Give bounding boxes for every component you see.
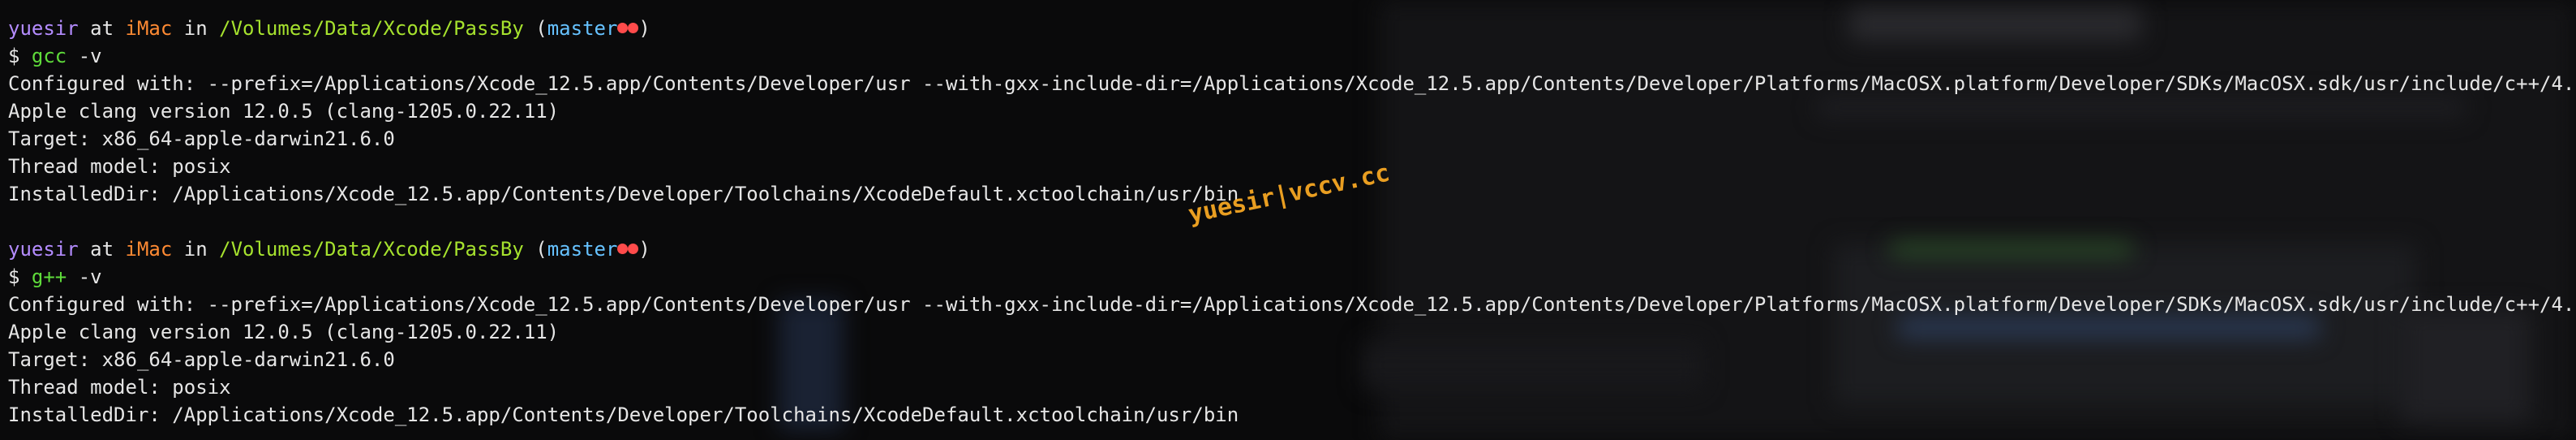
git-dirty-dot-icon	[617, 23, 629, 33]
output-line: InstalledDir: /Applications/Xcode_12.5.a…	[8, 403, 1239, 426]
command-prefix: $	[8, 265, 32, 288]
output-line: Target: x86_64-apple-darwin21.6.0	[8, 348, 395, 371]
output-line: Thread model: posix	[8, 155, 231, 178]
prompt-at: at	[90, 17, 114, 40]
prompt-line: yuesir at iMac in /Volumes/Data/Xcode/Pa…	[8, 15, 2563, 42]
git-dirty-dot-icon	[628, 23, 639, 33]
command-line: $ g++ -v	[8, 263, 2563, 291]
prompt-user: yuesir	[8, 17, 79, 40]
output-line: Target: x86_64-apple-darwin21.6.0	[8, 127, 395, 150]
output-line: Configured with: --prefix=/Applications/…	[8, 293, 2576, 316]
prompt-in: in	[183, 17, 208, 40]
prompt-in: in	[183, 238, 208, 261]
prompt-host: iMac	[125, 17, 173, 40]
command-name: g++	[31, 265, 67, 288]
command-name: gcc	[31, 45, 67, 67]
prompt-branch: master	[547, 238, 618, 261]
terminal-window[interactable]: yuesir at iMac in /Volumes/Data/Xcode/Pa…	[0, 0, 2576, 440]
prompt-close-paren: )	[638, 238, 650, 261]
prompt-host: iMac	[125, 238, 173, 261]
prompt-path: /Volumes/Data/Xcode/PassBy	[219, 238, 524, 261]
prompt-open-paren: (	[535, 238, 547, 261]
command-args: -v	[67, 45, 102, 67]
terminal-output[interactable]: yuesir at iMac in /Volumes/Data/Xcode/Pa…	[8, 15, 2576, 429]
prompt-user: yuesir	[8, 238, 79, 261]
git-dirty-dot-icon	[628, 244, 639, 254]
output-line: Thread model: posix	[8, 376, 231, 399]
prompt-branch: master	[547, 17, 618, 40]
git-dirty-dot-icon	[617, 244, 629, 254]
prompt-path: /Volumes/Data/Xcode/PassBy	[219, 17, 524, 40]
output-line: Apple clang version 12.0.5 (clang-1205.0…	[8, 100, 560, 123]
output-line: Apple clang version 12.0.5 (clang-1205.0…	[8, 321, 560, 343]
prompt-open-paren: (	[535, 17, 547, 40]
prompt-close-paren: )	[638, 17, 650, 40]
command-args: -v	[67, 265, 102, 288]
output-line: Configured with: --prefix=/Applications/…	[8, 72, 2576, 95]
prompt-line: yuesir at iMac in /Volumes/Data/Xcode/Pa…	[8, 235, 2563, 263]
command-line: $ gcc -v	[8, 42, 2563, 70]
command-prefix: $	[8, 45, 32, 67]
prompt-at: at	[90, 238, 114, 261]
